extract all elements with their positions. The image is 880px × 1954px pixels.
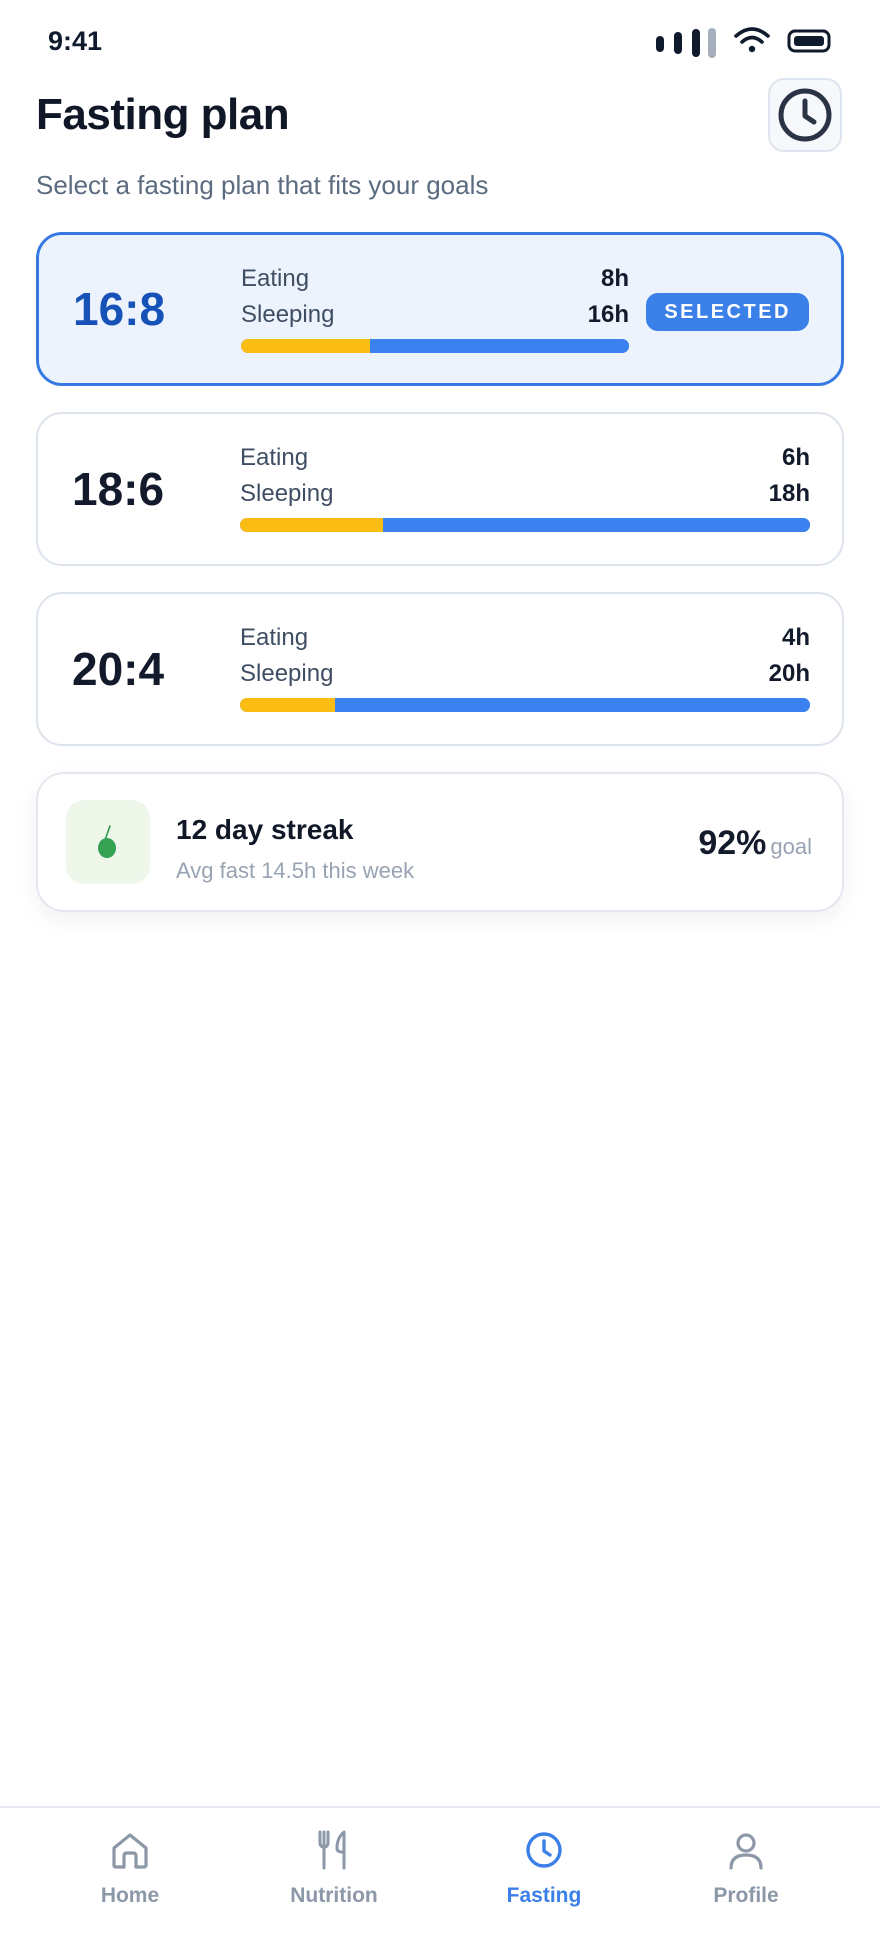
status-time: 9:41 — [48, 26, 103, 56]
eating-bar-segment — [240, 518, 383, 532]
home-icon — [112, 1833, 148, 1869]
goal-progress: 92% goal — [698, 824, 812, 863]
sleeping-value: 16h — [587, 301, 629, 328]
streak-title: 12 day streak — [176, 814, 354, 845]
battery-icon — [787, 29, 831, 53]
goal-percent: 92% — [698, 824, 767, 862]
sleeping-bar-segment — [382, 518, 810, 532]
plan-ratio: 16:8 — [73, 283, 166, 335]
leaf-icon — [98, 825, 116, 858]
eating-bar-segment — [241, 339, 371, 353]
tab-label: Nutrition — [290, 1884, 378, 1907]
goal-label: goal — [770, 834, 812, 859]
sleeping-value: 20h — [768, 660, 810, 687]
plan-ratio: 18:6 — [72, 463, 165, 515]
eating-sleeping-bar — [241, 339, 629, 353]
tab-profile[interactable]: Profile — [666, 1828, 826, 1908]
status-bar: 9:41 — [0, 0, 880, 80]
plan-card-16-8[interactable]: 16:8 Eating 8h Sleeping 16h SELECTED — [36, 232, 844, 386]
clock-icon — [778, 88, 832, 142]
tab-label: Profile — [713, 1884, 779, 1907]
selected-badge: SELECTED — [646, 293, 809, 331]
eating-bar-segment — [240, 698, 336, 712]
leaf-tile — [66, 800, 150, 884]
sleeping-bar-segment — [335, 698, 810, 712]
tab-home[interactable]: Home — [50, 1828, 210, 1908]
clock-icon — [526, 1832, 562, 1868]
eating-value: 8h — [600, 265, 629, 292]
wifi-icon — [734, 27, 770, 53]
cellular-signal-icon — [656, 28, 716, 58]
eating-sleeping-bar — [240, 518, 810, 532]
streak-card[interactable]: 12 day streak Avg fast 14.5h this week 9… — [36, 772, 844, 912]
streak-subtitle: Avg fast 14.5h this week — [176, 858, 415, 883]
sleeping-value: 18h — [768, 480, 810, 507]
history-button[interactable] — [768, 78, 842, 152]
bottom-tab-bar: Home Nutrition Fasting Profile — [0, 1806, 880, 1954]
plan-card-18-6[interactable]: 18:6 Eating 6h Sleeping 18h — [36, 412, 844, 566]
sleeping-bar-segment — [370, 339, 629, 353]
fork-knife-icon — [318, 1830, 346, 1870]
page-subtitle: Select a fasting plan that fits your goa… — [36, 170, 489, 200]
page-title: Fasting plan — [36, 90, 290, 139]
tab-fasting[interactable]: Fasting — [464, 1828, 624, 1908]
eating-value: 6h — [781, 444, 810, 471]
plan-ratio: 20:4 — [72, 643, 165, 695]
tab-nutrition[interactable]: Nutrition — [254, 1828, 414, 1908]
eating-value: 4h — [781, 624, 810, 651]
eating-sleeping-bar — [240, 698, 810, 712]
tab-label: Fasting — [506, 1884, 582, 1907]
tab-label: Home — [100, 1884, 160, 1907]
plan-card-20-4[interactable]: 20:4 Eating 4h Sleeping 20h — [36, 592, 844, 746]
person-icon — [729, 1833, 763, 1870]
